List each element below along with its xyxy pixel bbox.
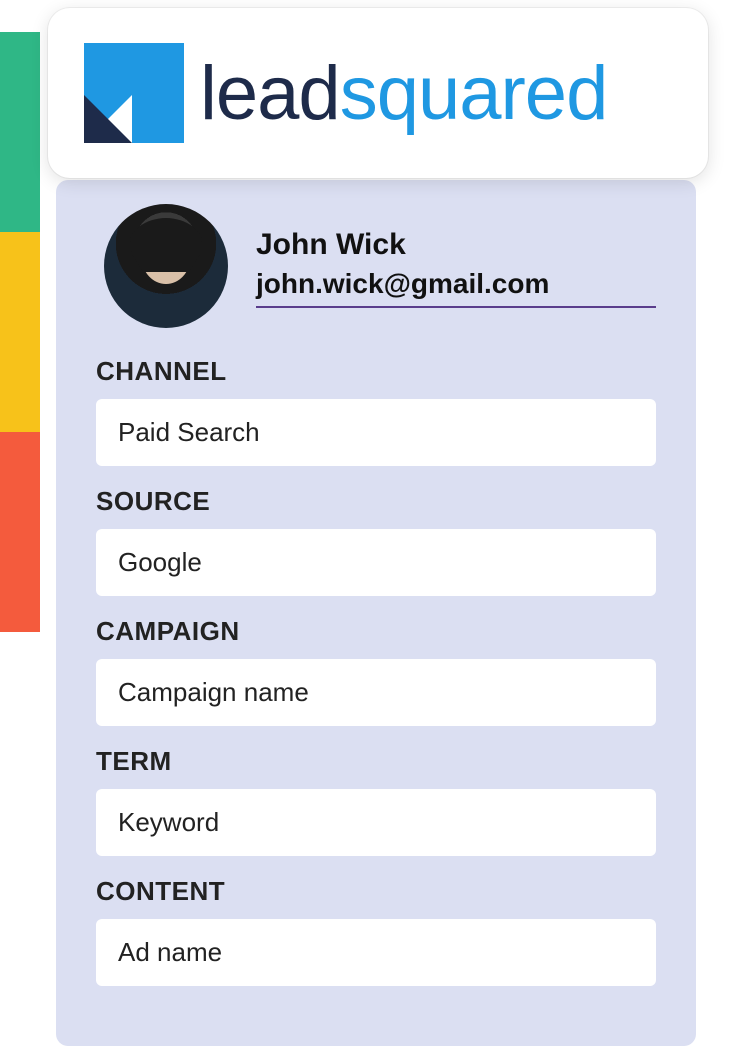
lead-card: John Wick john.wick@gmail.com CHANNEL SO… (56, 180, 696, 1046)
field-channel-label: CHANNEL (96, 356, 656, 387)
sidebar-tabs (0, 32, 40, 632)
field-campaign-label: CAMPAIGN (96, 616, 656, 647)
field-term: TERM (96, 746, 656, 856)
field-source-label: SOURCE (96, 486, 656, 517)
field-term-input[interactable] (96, 789, 656, 856)
profile-email: john.wick@gmail.com (256, 268, 656, 308)
field-source: SOURCE (96, 486, 656, 596)
logo-text-squared: squared (340, 50, 608, 137)
field-source-input[interactable] (96, 529, 656, 596)
field-content-input[interactable] (96, 919, 656, 986)
logo-text-lead: lead (200, 50, 340, 137)
profile-row: John Wick john.wick@gmail.com (96, 204, 656, 328)
field-term-label: TERM (96, 746, 656, 777)
profile-name: John Wick (256, 228, 656, 262)
leadsquared-logo-icon (84, 43, 184, 143)
profile-info: John Wick john.wick@gmail.com (256, 224, 656, 308)
avatar (104, 204, 228, 328)
tab-green[interactable] (0, 32, 40, 232)
tab-yellow[interactable] (0, 232, 40, 432)
leadsquared-logo-text: leadsquared (200, 50, 607, 137)
field-content-label: CONTENT (96, 876, 656, 907)
tab-red[interactable] (0, 432, 40, 632)
logo-card: leadsquared (48, 8, 708, 178)
field-campaign-input[interactable] (96, 659, 656, 726)
field-channel: CHANNEL (96, 356, 656, 466)
field-content: CONTENT (96, 876, 656, 986)
field-channel-input[interactable] (96, 399, 656, 466)
field-campaign: CAMPAIGN (96, 616, 656, 726)
